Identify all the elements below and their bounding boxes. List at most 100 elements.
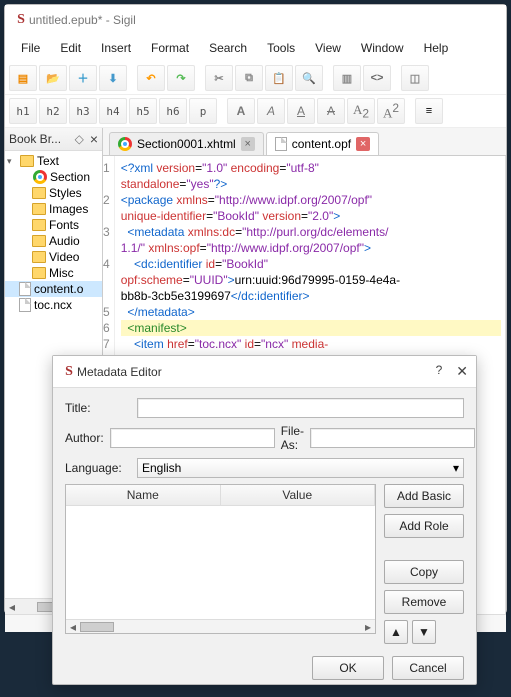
close-icon[interactable]: ✕ bbox=[456, 363, 468, 380]
bold-button[interactable]: A bbox=[227, 98, 255, 124]
split-button[interactable]: ◫ bbox=[401, 65, 429, 91]
tree-item-misc[interactable]: Misc bbox=[5, 265, 102, 281]
author-input[interactable] bbox=[110, 428, 275, 448]
copy-button[interactable]: Copy bbox=[384, 560, 464, 584]
copy-button[interactable]: ⧉ bbox=[235, 65, 263, 91]
fileas-label: File-As: bbox=[281, 424, 304, 452]
triangle-up-icon: ▲ bbox=[390, 625, 402, 639]
cut-button[interactable]: ✂ bbox=[205, 65, 233, 91]
add-button[interactable]: ＋ bbox=[69, 65, 97, 91]
close-tab-icon[interactable]: × bbox=[356, 137, 370, 151]
open-button[interactable]: 📂 bbox=[39, 65, 67, 91]
copy-icon: ⧉ bbox=[240, 69, 258, 87]
menu-format[interactable]: Format bbox=[141, 38, 199, 58]
title-label: Title: bbox=[65, 401, 131, 415]
ok-button[interactable]: OK bbox=[312, 656, 384, 680]
tree-item-text[interactable]: ▾Text bbox=[5, 153, 102, 169]
redo-button[interactable]: ↷ bbox=[167, 65, 195, 91]
bookview-button[interactable]: ▥ bbox=[333, 65, 361, 91]
h5-label: h5 bbox=[136, 105, 149, 118]
h6-button[interactable]: h6 bbox=[159, 98, 187, 124]
save-button[interactable]: ⬇ bbox=[99, 65, 127, 91]
expander-icon[interactable]: ▾ bbox=[7, 156, 17, 167]
strike-button[interactable]: A bbox=[317, 98, 345, 124]
italic-button[interactable]: A bbox=[257, 98, 285, 124]
h1-button[interactable]: h1 bbox=[9, 98, 37, 124]
menu-edit[interactable]: Edit bbox=[50, 38, 91, 58]
underline-button[interactable]: A bbox=[287, 98, 315, 124]
tree-item-contento[interactable]: content.o bbox=[5, 281, 102, 297]
col-value[interactable]: Value bbox=[221, 485, 376, 505]
h4-button[interactable]: h4 bbox=[99, 98, 127, 124]
language-value: English bbox=[142, 461, 181, 475]
book-browser-title: Book Br... bbox=[9, 132, 75, 146]
tree-item-fonts[interactable]: Fonts bbox=[5, 217, 102, 233]
menu-insert[interactable]: Insert bbox=[91, 38, 141, 58]
close-pane-icon[interactable]: × bbox=[90, 131, 98, 147]
tree-label: Styles bbox=[49, 186, 82, 200]
tab-section0001[interactable]: Section0001.xhtml × bbox=[109, 132, 264, 155]
tree-item-tocncx[interactable]: toc.ncx bbox=[5, 297, 102, 313]
add-basic-button[interactable]: Add Basic bbox=[384, 484, 464, 508]
folder-icon bbox=[32, 203, 46, 215]
tab-content-opf[interactable]: content.opf × bbox=[266, 132, 379, 155]
h5-button[interactable]: h5 bbox=[129, 98, 157, 124]
paste-icon: 📋 bbox=[270, 69, 288, 87]
fileas-input[interactable] bbox=[310, 428, 475, 448]
h2-label: h2 bbox=[46, 105, 59, 118]
metadata-list[interactable]: Name Value ◂ ▸ bbox=[65, 484, 376, 634]
menu-view[interactable]: View bbox=[305, 38, 351, 58]
scroll-thumb[interactable] bbox=[80, 622, 114, 632]
h3-button[interactable]: h3 bbox=[69, 98, 97, 124]
help-icon[interactable]: ? bbox=[436, 363, 443, 380]
language-combo[interactable]: English ▾ bbox=[137, 458, 464, 478]
move-up-button[interactable]: ▲ bbox=[384, 620, 408, 644]
move-down-button[interactable]: ▼ bbox=[412, 620, 436, 644]
tree-item-styles[interactable]: Styles bbox=[5, 185, 102, 201]
list-hscroll[interactable]: ◂ ▸ bbox=[66, 619, 375, 633]
triangle-down-icon: ▼ bbox=[418, 625, 430, 639]
menu-file[interactable]: File bbox=[11, 38, 50, 58]
tree-item-video[interactable]: Video bbox=[5, 249, 102, 265]
title-input[interactable] bbox=[137, 398, 464, 418]
p-button[interactable]: p bbox=[189, 98, 217, 124]
subscript-button[interactable]: A2 bbox=[347, 98, 375, 124]
superscript-icon: A2 bbox=[383, 101, 399, 121]
align-button[interactable]: ≡ bbox=[415, 98, 443, 124]
new-button[interactable]: ▤ bbox=[9, 65, 37, 91]
bold-icon: A bbox=[237, 103, 246, 119]
menu-search[interactable]: Search bbox=[199, 38, 257, 58]
tree-item-images[interactable]: Images bbox=[5, 201, 102, 217]
scroll-right-icon[interactable]: ▸ bbox=[361, 620, 375, 634]
h2-button[interactable]: h2 bbox=[39, 98, 67, 124]
folder-icon bbox=[20, 155, 34, 167]
split-icon: ◫ bbox=[406, 69, 424, 87]
titlebar: S untitled.epub* - Sigil bbox=[5, 5, 506, 35]
tree-item-section[interactable]: Section bbox=[5, 169, 102, 185]
superscript-button[interactable]: A2 bbox=[377, 98, 405, 124]
h3-label: h3 bbox=[76, 105, 89, 118]
scroll-left-icon[interactable]: ◂ bbox=[66, 620, 80, 634]
add-role-button[interactable]: Add Role bbox=[384, 514, 464, 538]
menu-tools[interactable]: Tools bbox=[257, 38, 305, 58]
cancel-button[interactable]: Cancel bbox=[392, 656, 464, 680]
col-name[interactable]: Name bbox=[66, 485, 221, 505]
italic-icon: A bbox=[267, 103, 275, 119]
undo-button[interactable]: ↶ bbox=[137, 65, 165, 91]
p-label: p bbox=[200, 105, 207, 118]
paste-button[interactable]: 📋 bbox=[265, 65, 293, 91]
menu-help[interactable]: Help bbox=[414, 38, 459, 58]
undock-icon[interactable]: ◇ bbox=[75, 132, 84, 146]
book-icon: ▥ bbox=[338, 69, 356, 87]
tree-item-audio[interactable]: Audio bbox=[5, 233, 102, 249]
editor-vscroll[interactable] bbox=[505, 156, 506, 614]
find-button[interactable]: 🔍 bbox=[295, 65, 323, 91]
save-icon: ⬇ bbox=[104, 69, 122, 87]
file-icon bbox=[19, 298, 31, 312]
list-header: Name Value bbox=[66, 485, 375, 506]
close-tab-icon[interactable]: × bbox=[241, 137, 255, 151]
remove-button[interactable]: Remove bbox=[384, 590, 464, 614]
menu-window[interactable]: Window bbox=[351, 38, 414, 58]
codeview-button[interactable]: <> bbox=[363, 65, 391, 91]
editor-tabs: Section0001.xhtml × content.opf × bbox=[103, 128, 506, 156]
